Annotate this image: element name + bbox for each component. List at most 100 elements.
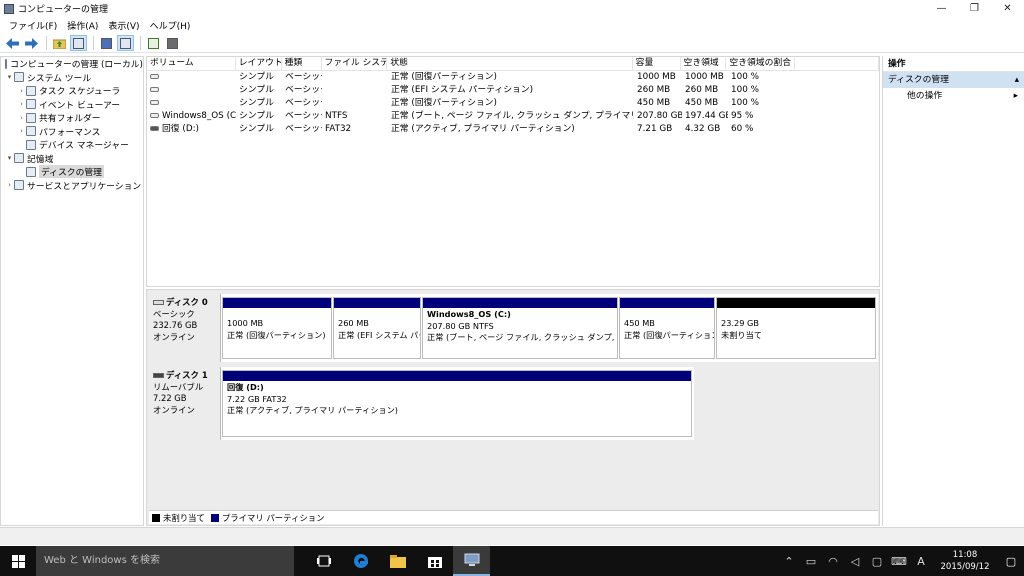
console-tree: コンピューターの管理 (ローカル) ▾ システム ツール › タスク スケジュー… bbox=[0, 56, 144, 526]
partition-recovery-2[interactable]: 450 MB 正常 (回復パーティション bbox=[619, 297, 715, 359]
disk-size: 7.22 GB bbox=[153, 393, 187, 403]
tree-item-storage[interactable]: ▾ 記憶域 bbox=[1, 152, 143, 166]
edge-browser-icon[interactable] bbox=[342, 546, 379, 576]
partition-unallocated[interactable]: 23.29 GB 未割り当て bbox=[716, 297, 876, 359]
view-icon[interactable] bbox=[117, 35, 134, 51]
column-header-volume[interactable]: ボリューム bbox=[147, 57, 236, 70]
start-button[interactable] bbox=[0, 546, 36, 576]
tree-item-system-tools[interactable]: ▾ システム ツール bbox=[1, 71, 143, 85]
partition-size: 260 MB bbox=[338, 318, 369, 328]
properties-icon[interactable] bbox=[164, 35, 181, 51]
disk-1-info[interactable]: ディスク 1 リムーバブル 7.22 GB オンライン bbox=[149, 367, 221, 440]
partition-status: 正常 (ブート, ページ ファイル, クラッシュ ダンプ, プライマ bbox=[427, 332, 617, 342]
column-header-type[interactable]: 種類 bbox=[282, 57, 322, 70]
column-header-status[interactable]: 状態 bbox=[387, 57, 633, 70]
partition-status: 正常 (回復パーティション) bbox=[227, 329, 326, 340]
chevron-down-icon[interactable]: ▾ bbox=[5, 154, 14, 162]
cell-percent-free: 95 % bbox=[731, 111, 754, 121]
power-icon[interactable]: ▭ bbox=[800, 555, 822, 568]
actions-item-more-actions[interactable]: 他の操作 ▸ bbox=[883, 88, 1024, 104]
tree-item-performance[interactable]: › パフォーマンス bbox=[1, 125, 143, 139]
tree-item-services-applications[interactable]: › サービスとアプリケーション bbox=[1, 179, 143, 193]
up-folder-icon[interactable] bbox=[51, 35, 68, 51]
partition-recovery-d[interactable]: 回復 (D:) 7.22 GB FAT32 正常 (アクティブ, プライマリ パ… bbox=[222, 370, 692, 437]
windows-logo-icon bbox=[11, 554, 25, 568]
actions-section-disk-management[interactable]: ディスクの管理 ▴ bbox=[883, 72, 1024, 88]
cell-status: 正常 (アクティブ, プライマリ パーティション) bbox=[391, 124, 575, 134]
volume-icon bbox=[150, 87, 159, 92]
partition-size: 1000 MB bbox=[227, 318, 264, 328]
chevron-right-icon[interactable]: › bbox=[17, 114, 26, 122]
partition-text: 450 MB 正常 (回復パーティション bbox=[620, 308, 714, 341]
column-header-percent-free[interactable]: 空き領域の割合 bbox=[726, 57, 796, 70]
cell-free-space: 450 MB bbox=[685, 98, 719, 108]
tree-item-label: タスク スケジューラ bbox=[39, 87, 121, 98]
volume-icon[interactable]: ◁ bbox=[844, 555, 866, 568]
taskbar-search-box[interactable]: Web と Windows を検索 bbox=[36, 546, 294, 576]
menu-file[interactable]: ファイル(F) bbox=[4, 19, 62, 32]
task-view-icon[interactable] bbox=[305, 546, 342, 576]
toolbar-separator bbox=[46, 36, 47, 50]
partition-text: 1000 MB 正常 (回復パーティション) bbox=[223, 308, 331, 341]
storage-icon bbox=[14, 153, 24, 164]
chevron-right-icon[interactable]: › bbox=[17, 87, 26, 95]
disk-status: オンライン bbox=[153, 331, 195, 342]
volume-icon bbox=[150, 100, 159, 105]
partition-windows-c[interactable]: Windows8_OS (C:) 207.80 GB NTFS 正常 (ブート,… bbox=[422, 297, 618, 359]
disk-0-info[interactable]: ディスク 0 ベーシック 232.76 GB オンライン bbox=[149, 294, 221, 362]
collapse-arrow-icon[interactable]: ▴ bbox=[1015, 72, 1019, 88]
chevron-right-icon[interactable]: › bbox=[5, 181, 14, 189]
keyboard-icon[interactable]: ⌨ bbox=[888, 555, 910, 568]
menu-action[interactable]: 操作(A) bbox=[62, 19, 103, 32]
store-icon[interactable] bbox=[416, 546, 453, 576]
cell-layout: シンプル bbox=[239, 72, 274, 82]
table-row[interactable]: シンプル ベーシック 正常 (回復パーティション) 1000 MB 1000 M… bbox=[147, 71, 879, 84]
wifi-icon[interactable]: ◠ bbox=[822, 555, 844, 568]
column-header-layout[interactable]: レイアウト bbox=[236, 57, 282, 70]
tree-item-event-viewer[interactable]: › イベント ビューアー bbox=[1, 98, 143, 112]
forward-arrow-icon[interactable] bbox=[23, 35, 40, 51]
volume-icon bbox=[150, 74, 159, 79]
tree-item-device-manager[interactable]: デバイス マネージャー bbox=[1, 138, 143, 152]
table-row[interactable]: Windows8_OS (C:) シンプル ベーシック NTFS 正常 (ブート… bbox=[147, 110, 879, 123]
partition-recovery-1[interactable]: 1000 MB 正常 (回復パーティション) bbox=[222, 297, 332, 359]
refresh-icon[interactable] bbox=[145, 35, 162, 51]
tree-item-shared-folders[interactable]: › 共有フォルダー bbox=[1, 111, 143, 125]
partition-bar bbox=[334, 298, 420, 308]
cell-volume: Windows8_OS (C:) bbox=[147, 110, 236, 123]
close-button[interactable]: ✕ bbox=[991, 0, 1024, 17]
volume-list: ボリューム レイアウト 種類 ファイル システム 状態 容量 空き領域 空き領域… bbox=[146, 56, 880, 287]
menu-view[interactable]: 表示(V) bbox=[103, 19, 144, 32]
partition-efi[interactable]: 260 MB 正常 (EFI システム パー bbox=[333, 297, 421, 359]
partition-size: 207.80 GB NTFS bbox=[427, 320, 494, 331]
menu-help[interactable]: ヘルプ(H) bbox=[145, 19, 196, 32]
cell-capacity: 7.21 GB bbox=[637, 124, 673, 134]
file-explorer-icon[interactable] bbox=[379, 546, 416, 576]
table-row[interactable]: シンプル ベーシック 正常 (回復パーティション) 450 MB 450 MB … bbox=[147, 97, 879, 110]
actions-header: 操作 bbox=[883, 56, 1024, 72]
tree-item-disk-management[interactable]: ディスクの管理 bbox=[1, 165, 143, 179]
help-icon[interactable] bbox=[98, 35, 115, 51]
notification-icon[interactable]: ▢ bbox=[998, 555, 1024, 568]
chevron-right-icon[interactable]: › bbox=[17, 100, 26, 108]
ime-indicator[interactable]: A bbox=[910, 555, 932, 568]
table-row[interactable]: 回復 (D:) シンプル ベーシック FAT32 正常 (アクティブ, プライマ… bbox=[147, 123, 879, 136]
partition-size: 7.22 GB FAT32 bbox=[227, 393, 287, 404]
message-icon[interactable]: ▢ bbox=[866, 555, 888, 568]
show-hide-console-tree-icon[interactable] bbox=[70, 35, 87, 51]
cell-capacity: 450 MB bbox=[637, 98, 671, 108]
back-arrow-icon[interactable] bbox=[4, 35, 21, 51]
tree-item-task-scheduler[interactable]: › タスク スケジューラ bbox=[1, 84, 143, 98]
restore-button[interactable]: ❐ bbox=[958, 0, 991, 17]
computer-management-taskbar-icon[interactable] bbox=[453, 546, 490, 576]
table-row[interactable]: シンプル ベーシック 正常 (EFI システム パーティション) 260 MB … bbox=[147, 84, 879, 97]
minimize-button[interactable]: — bbox=[925, 0, 958, 17]
clock[interactable]: 11:08 2015/09/12 bbox=[932, 549, 998, 573]
chevron-right-icon[interactable]: › bbox=[17, 127, 26, 135]
tree-item-computer-management[interactable]: コンピューターの管理 (ローカル) bbox=[1, 57, 143, 71]
column-header-capacity[interactable]: 容量 bbox=[633, 57, 681, 70]
column-header-file-system[interactable]: ファイル システム bbox=[322, 57, 388, 70]
column-header-free-space[interactable]: 空き領域 bbox=[681, 57, 727, 70]
chevron-down-icon[interactable]: ▾ bbox=[5, 73, 14, 81]
chevron-up-icon[interactable]: ⌃ bbox=[778, 555, 800, 568]
